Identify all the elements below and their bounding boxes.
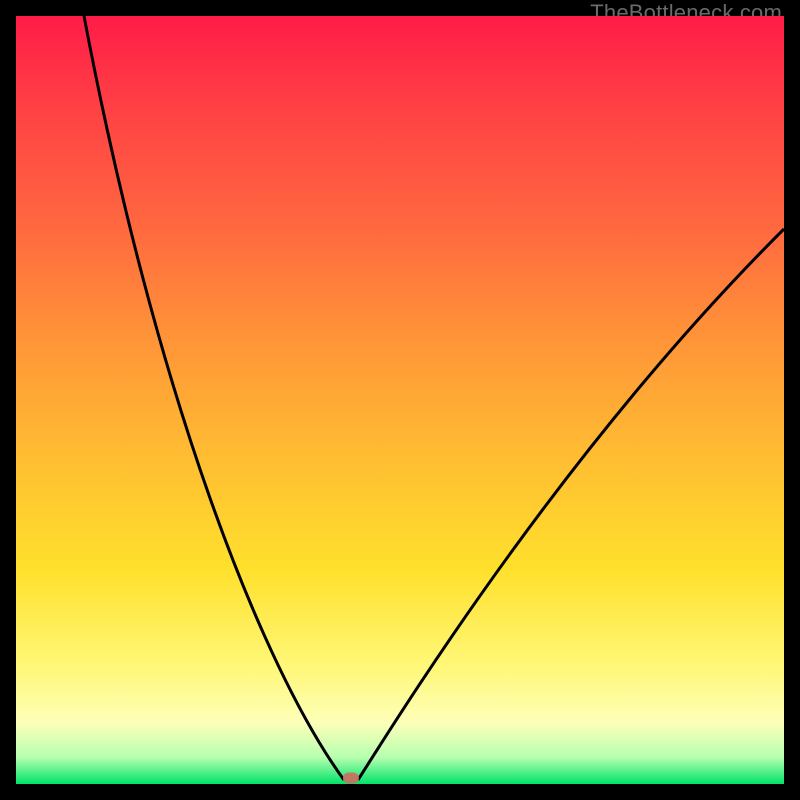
curve-left-segment <box>84 16 344 780</box>
optimal-marker <box>343 773 359 784</box>
chart-frame <box>16 16 784 784</box>
curve-right-segment <box>358 229 784 780</box>
bottleneck-curve <box>16 16 784 784</box>
